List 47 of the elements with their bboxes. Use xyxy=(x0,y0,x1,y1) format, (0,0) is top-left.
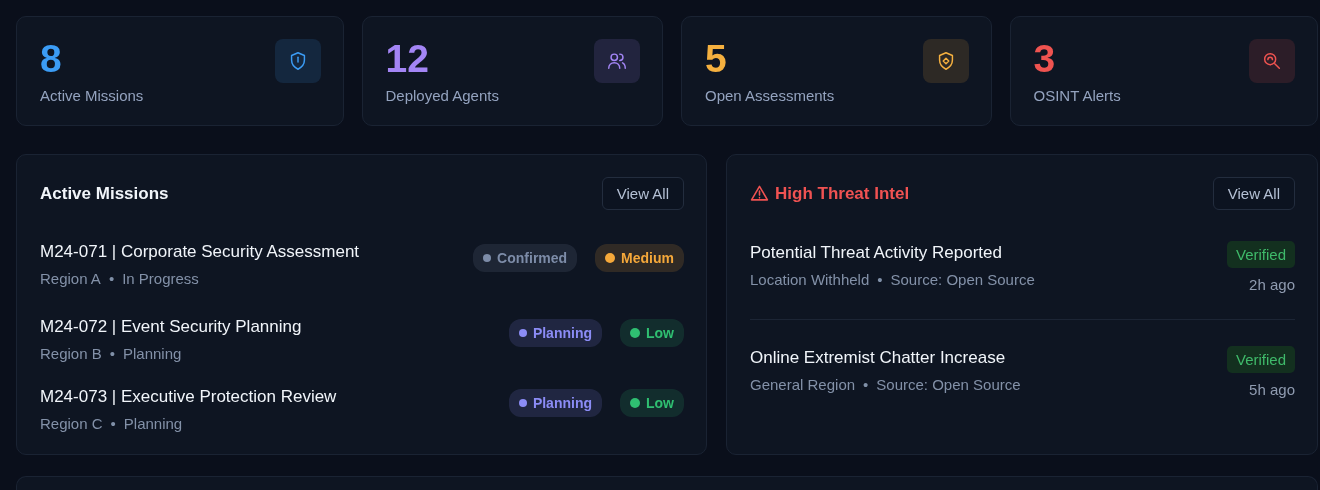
view-all-button[interactable]: View All xyxy=(1212,177,1295,210)
mission-title[interactable]: M24-073 | Executive Protection Review xyxy=(40,387,337,407)
mission-title[interactable]: M24-071 | Corporate Security Assessment xyxy=(40,242,360,262)
tag: Low xyxy=(620,319,684,347)
separator-dot: • xyxy=(863,376,869,393)
stat-label: Deployed Agents xyxy=(385,87,499,104)
separator-dot: • xyxy=(109,345,115,362)
tag: Planning xyxy=(508,319,602,347)
title-text: High Threat Intel xyxy=(775,183,910,204)
mission-title[interactable]: M24-072 | Event Security Planning xyxy=(40,317,302,337)
tag: Confirmed xyxy=(473,244,578,272)
region-text: Region C xyxy=(40,415,103,432)
separator-dot: • xyxy=(108,270,115,287)
time-text: 2h ago xyxy=(1249,276,1295,293)
tag: Planning xyxy=(508,389,602,417)
intel-title[interactable]: Online Extremist Chatter Increase xyxy=(750,348,1021,368)
tag: Low xyxy=(620,389,684,417)
status-text: Planning xyxy=(123,345,182,362)
verified-badge: Verified xyxy=(1226,241,1295,268)
status-text: In Progress xyxy=(122,270,199,287)
shield-icon xyxy=(274,39,321,83)
stat-label: Open Assessments xyxy=(705,87,835,104)
stat-value: 8 xyxy=(40,37,63,81)
stat-label: OSINT Alerts xyxy=(1033,87,1121,104)
separator-dot: • xyxy=(877,271,883,288)
status-text: Planning xyxy=(123,415,183,432)
source-text: Source: Open Source xyxy=(876,376,1021,393)
intel-title[interactable]: Potential Threat Activity Reported xyxy=(750,243,1035,263)
stat-value: 12 xyxy=(385,37,430,81)
stat-label: Active Missions xyxy=(40,87,144,104)
time-text: 5h ago xyxy=(1249,381,1295,398)
shield-icon xyxy=(922,39,969,83)
search-icon xyxy=(1249,39,1295,83)
warning-icon xyxy=(750,184,769,203)
verified-badge: Verified xyxy=(1226,346,1295,373)
stat-value: 3 xyxy=(1033,37,1057,81)
separator-dot: • xyxy=(110,415,116,432)
source-text: Source: Open Source xyxy=(890,271,1035,288)
panel-title: Active Missions xyxy=(40,183,169,204)
region-text: Region A xyxy=(40,270,101,287)
location-text: Location Withheld xyxy=(750,271,870,288)
users-icon xyxy=(594,39,640,83)
region-text: Region B xyxy=(40,345,102,362)
stat-value: 5 xyxy=(705,37,728,81)
location-text: General Region xyxy=(750,376,856,393)
view-all-button[interactable]: View All xyxy=(601,177,684,210)
tag: Medium xyxy=(595,244,684,272)
